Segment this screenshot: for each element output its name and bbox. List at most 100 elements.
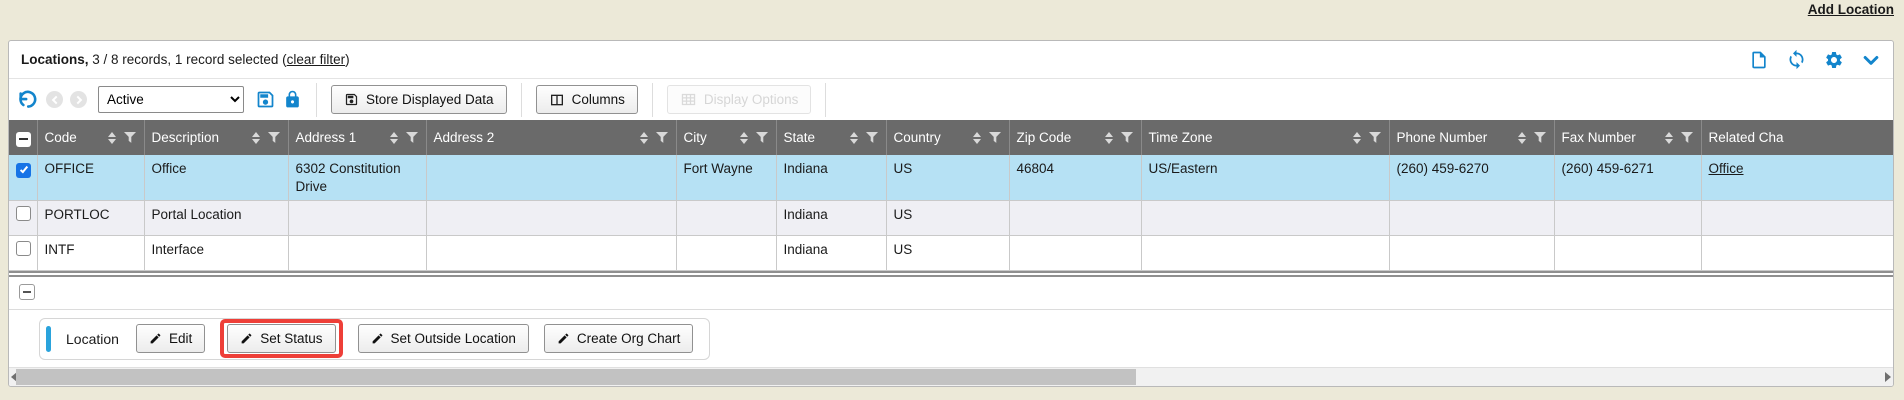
cell-zipcode	[1009, 201, 1141, 236]
store-displayed-data-label: Store Displayed Data	[366, 92, 494, 107]
select-all-checkbox[interactable]	[16, 132, 31, 147]
set-outside-location-button[interactable]: Set Outside Location	[358, 324, 529, 353]
column-header-zipcode: Zip Code	[1017, 130, 1072, 145]
cell-phone	[1389, 201, 1554, 236]
edit-button[interactable]: Edit	[136, 324, 205, 353]
prev-icon	[46, 91, 63, 108]
cell-timezone: US/Eastern	[1141, 155, 1389, 201]
cell-country: US	[886, 201, 1009, 236]
cell-state: Indiana	[776, 155, 886, 201]
create-org-chart-label: Create Org Chart	[577, 331, 681, 346]
cell-address2	[426, 201, 676, 236]
filter-icon[interactable]	[989, 132, 1002, 144]
row-checkbox-checked[interactable]	[16, 163, 31, 178]
column-header-phone: Phone Number	[1397, 130, 1488, 145]
add-location-link[interactable]: Add Location	[1808, 2, 1894, 17]
action-strip: Location Edit Set Status Set Outside Loc…	[9, 310, 1893, 367]
refresh-icon[interactable]	[1786, 49, 1807, 70]
row-checkbox[interactable]	[16, 241, 31, 256]
panel-title-bold: Locations,	[21, 52, 89, 67]
columns-button[interactable]: Columns	[536, 85, 638, 114]
cell-fax	[1554, 236, 1701, 271]
cell-timezone	[1141, 236, 1389, 271]
related-chart-link[interactable]: Office	[1709, 161, 1744, 176]
column-header-fax: Fax Number	[1562, 130, 1636, 145]
cell-city	[676, 236, 776, 271]
table-row[interactable]: OFFICE Office 6302 Constitution Drive Fo…	[9, 155, 1894, 201]
locations-panel: Locations, 3 / 8 records, 1 record selec…	[8, 40, 1894, 387]
filter-icon[interactable]	[1121, 132, 1134, 144]
filter-icon[interactable]	[1681, 132, 1694, 144]
cell-description: Portal Location	[144, 201, 288, 236]
table-row[interactable]: INTF Interface Indiana US	[9, 236, 1894, 271]
column-header-address1: Address 1	[296, 130, 357, 145]
sort-icon[interactable]	[252, 132, 260, 144]
cell-zipcode: 46804	[1009, 155, 1141, 201]
collapse-toggle-icon[interactable]	[19, 284, 35, 300]
sort-icon[interactable]	[1105, 132, 1113, 144]
sort-icon[interactable]	[640, 132, 648, 144]
panel-header-icons	[1749, 49, 1881, 70]
filter-icon[interactable]	[866, 132, 879, 144]
undo-icon[interactable]	[17, 89, 39, 111]
row-checkbox[interactable]	[16, 206, 31, 221]
toolbar-divider	[825, 83, 826, 117]
new-page-icon[interactable]	[1749, 50, 1769, 70]
save-icon[interactable]	[255, 89, 276, 110]
sort-icon[interactable]	[1353, 132, 1361, 144]
clear-filter-link[interactable]: clear filter	[287, 52, 346, 67]
cell-phone: (260) 459-6270	[1389, 155, 1554, 201]
cell-city: Fort Wayne	[676, 155, 776, 201]
sort-icon[interactable]	[973, 132, 981, 144]
cell-country: US	[886, 155, 1009, 201]
filter-icon[interactable]	[268, 132, 281, 144]
filter-icon[interactable]	[1369, 132, 1382, 144]
cell-state: Indiana	[776, 236, 886, 271]
filter-icon[interactable]	[656, 132, 669, 144]
sort-icon[interactable]	[1518, 132, 1526, 144]
sort-icon[interactable]	[1665, 132, 1673, 144]
columns-label: Columns	[572, 92, 625, 107]
cell-phone	[1389, 236, 1554, 271]
cell-zipcode	[1009, 236, 1141, 271]
scrollbar-thumb[interactable]	[16, 369, 1136, 385]
column-header-code: Code	[45, 130, 77, 145]
gear-icon[interactable]	[1824, 50, 1844, 70]
table-row[interactable]: PORTLOC Portal Location Indiana US	[9, 201, 1894, 236]
filter-icon[interactable]	[1534, 132, 1547, 144]
column-header-country: Country	[894, 130, 941, 145]
toolbar: Active Store Displayed Data Columns Disp…	[9, 78, 1893, 120]
chevron-down-icon[interactable]	[1861, 50, 1881, 70]
cell-timezone	[1141, 201, 1389, 236]
sort-icon[interactable]	[740, 132, 748, 144]
store-displayed-data-button[interactable]: Store Displayed Data	[331, 85, 507, 114]
sort-icon[interactable]	[850, 132, 858, 144]
records-summary-close: )	[345, 52, 350, 67]
scroll-right-icon[interactable]	[1885, 372, 1891, 382]
set-status-button[interactable]: Set Status	[227, 324, 335, 353]
column-header-state: State	[784, 130, 816, 145]
panel-title: Locations, 3 / 8 records, 1 record selec…	[21, 52, 350, 67]
cell-city	[676, 201, 776, 236]
create-org-chart-button[interactable]: Create Org Chart	[544, 324, 694, 353]
toolbar-divider	[316, 83, 317, 117]
cell-country: US	[886, 236, 1009, 271]
collapse-row	[9, 277, 1893, 310]
lock-icon[interactable]	[283, 90, 302, 109]
horizontal-scrollbar[interactable]	[9, 367, 1893, 386]
display-options-label: Display Options	[704, 92, 799, 107]
records-summary: 3 / 8 records, 1 record selected (	[92, 52, 286, 67]
filter-icon[interactable]	[124, 132, 137, 144]
column-header-address2: Address 2	[434, 130, 495, 145]
cell-fax	[1554, 201, 1701, 236]
toolbar-divider	[521, 83, 522, 117]
filter-icon[interactable]	[406, 132, 419, 144]
action-group-label: Location	[66, 331, 119, 347]
filter-icon[interactable]	[756, 132, 769, 144]
status-filter-select[interactable]: Active	[98, 86, 244, 113]
cell-description: Interface	[144, 236, 288, 271]
sort-icon[interactable]	[108, 132, 116, 144]
cell-related	[1701, 201, 1894, 236]
sort-icon[interactable]	[390, 132, 398, 144]
cell-address2	[426, 155, 676, 201]
